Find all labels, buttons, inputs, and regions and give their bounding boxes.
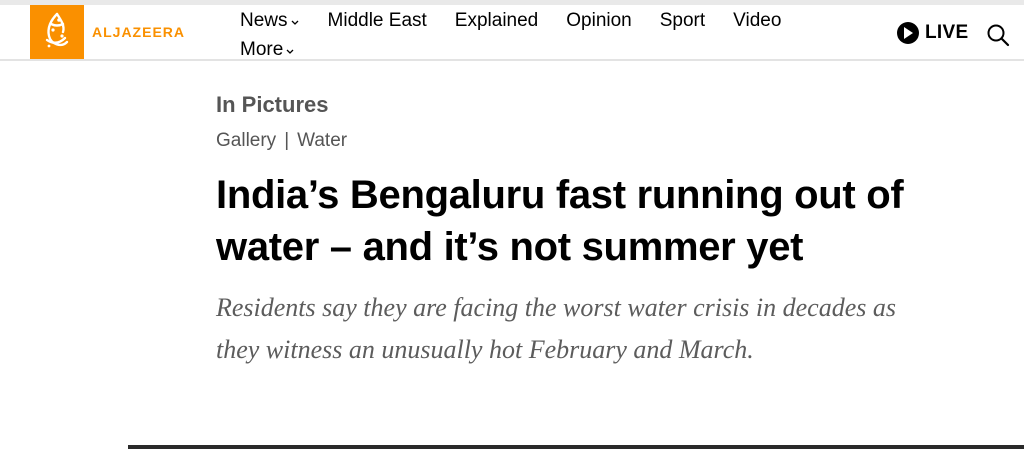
hero-image — [128, 445, 1024, 449]
chevron-down-icon — [286, 49, 294, 54]
nav-item-label: More — [240, 39, 284, 60]
logo-icon[interactable] — [30, 5, 84, 59]
nav-item-label: Video — [733, 10, 782, 31]
article-header: In Pictures Gallery | Water India’s Beng… — [216, 92, 956, 371]
nav-item-sport[interactable]: Sport — [660, 8, 705, 33]
nav-item-video[interactable]: Video — [733, 8, 781, 33]
nav-item-more[interactable]: More — [240, 37, 295, 62]
logo-wordmark[interactable]: ALJAZEERA — [92, 24, 185, 40]
nav-item-label: Sport — [659, 10, 706, 31]
article-subheadline: Residents say they are facing the worst … — [216, 293, 896, 364]
nav-item-label: Middle East — [327, 10, 427, 31]
aljazeera-calligraphy-icon — [45, 12, 69, 48]
nav-item-news[interactable]: News — [240, 8, 300, 33]
main-nav: News Middle East Explained Opinion Sport… — [240, 8, 860, 62]
nav-item-label: Explained — [454, 10, 539, 31]
nav-item-middle-east[interactable]: Middle East — [328, 8, 427, 33]
nav-item-label: Opinion — [566, 10, 632, 31]
live-label: LIVE — [925, 22, 969, 43]
nav-item-label: News — [240, 10, 288, 31]
search-icon[interactable] — [986, 23, 1010, 47]
breadcrumb-item-gallery[interactable]: Gallery — [216, 129, 276, 153]
nav-item-opinion[interactable]: Opinion — [566, 8, 632, 33]
chevron-down-icon — [291, 20, 298, 25]
breadcrumb: Gallery | Water — [216, 129, 956, 153]
section-label[interactable]: In Pictures — [216, 92, 956, 118]
nav-item-explained[interactable]: Explained — [455, 8, 538, 33]
breadcrumb-item-water[interactable]: Water — [297, 129, 347, 153]
site-header: ALJAZEERA News Middle East Explained Opi… — [0, 5, 1024, 61]
article-headline: India’s Bengaluru fast running out of wa… — [216, 173, 904, 269]
breadcrumb-separator: | — [284, 130, 290, 151]
live-button[interactable]: LIVE — [897, 22, 968, 44]
play-icon — [897, 22, 919, 44]
